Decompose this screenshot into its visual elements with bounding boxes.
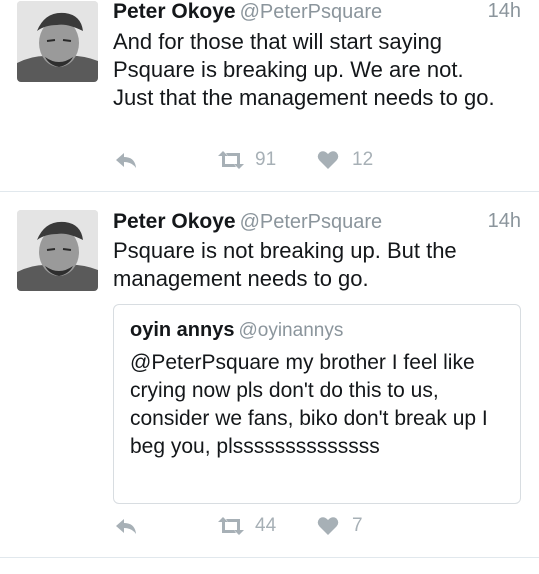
tweet[interactable]: Peter Okoye @PeterPsquare 14h And for tho… bbox=[0, 0, 539, 192]
author-name[interactable]: Peter Okoye bbox=[113, 0, 236, 23]
tweet-text: Psquare is not breaking up. But the mana… bbox=[113, 238, 457, 291]
retweet-count: 91 bbox=[255, 149, 277, 170]
quoted-tweet-text: @PeterPsquare my brother I feel like cry… bbox=[130, 351, 488, 458]
heart-icon bbox=[317, 517, 339, 535]
reply-icon bbox=[116, 519, 136, 534]
timestamp[interactable]: 14h bbox=[488, 0, 521, 23]
timestamp[interactable]: 14h bbox=[488, 210, 521, 233]
avatar-image bbox=[17, 1, 98, 82]
tweet[interactable]: Peter Okoye @PeterPsquare 14h Psquare is … bbox=[0, 192, 539, 558]
retweet-icon bbox=[218, 517, 244, 535]
retweet-button[interactable]: 91 bbox=[217, 145, 276, 175]
like-count: 12 bbox=[352, 149, 374, 170]
like-count: 7 bbox=[352, 515, 363, 536]
reply-button[interactable] bbox=[114, 511, 138, 541]
like-button[interactable]: 7 bbox=[317, 511, 363, 541]
tweet-header: Peter Okoye @PeterPsquare 14h bbox=[113, 210, 521, 234]
quoted-author-name: oyin annys bbox=[130, 319, 235, 341]
tweet-text: And for those that will start saying Psq… bbox=[113, 29, 495, 110]
tweet-actions: 44 7 bbox=[0, 511, 539, 541]
avatar[interactable] bbox=[17, 210, 98, 291]
like-button[interactable]: 12 bbox=[317, 145, 373, 175]
avatar-image bbox=[17, 210, 98, 291]
author-handle[interactable]: @PeterPsquare bbox=[240, 1, 383, 23]
author-handle[interactable]: @PeterPsquare bbox=[240, 211, 383, 233]
quoted-tweet-header: oyin annys @oyinannys bbox=[130, 319, 343, 342]
tweet-actions: 91 12 bbox=[0, 145, 539, 175]
retweet-icon bbox=[218, 151, 244, 169]
reply-button[interactable] bbox=[114, 145, 138, 175]
retweet-count: 44 bbox=[255, 515, 277, 536]
retweet-button[interactable]: 44 bbox=[217, 511, 276, 541]
quoted-tweet[interactable]: oyin annys @oyinannys @PeterPsquare my br… bbox=[113, 304, 521, 504]
divider bbox=[0, 557, 539, 558]
avatar[interactable] bbox=[17, 1, 98, 82]
author-name[interactable]: Peter Okoye bbox=[113, 210, 236, 233]
quoted-author-handle: @oyinannys bbox=[238, 320, 344, 341]
tweet-header: Peter Okoye @PeterPsquare 14h bbox=[113, 0, 521, 24]
reply-icon bbox=[116, 153, 136, 168]
heart-icon bbox=[317, 151, 339, 169]
